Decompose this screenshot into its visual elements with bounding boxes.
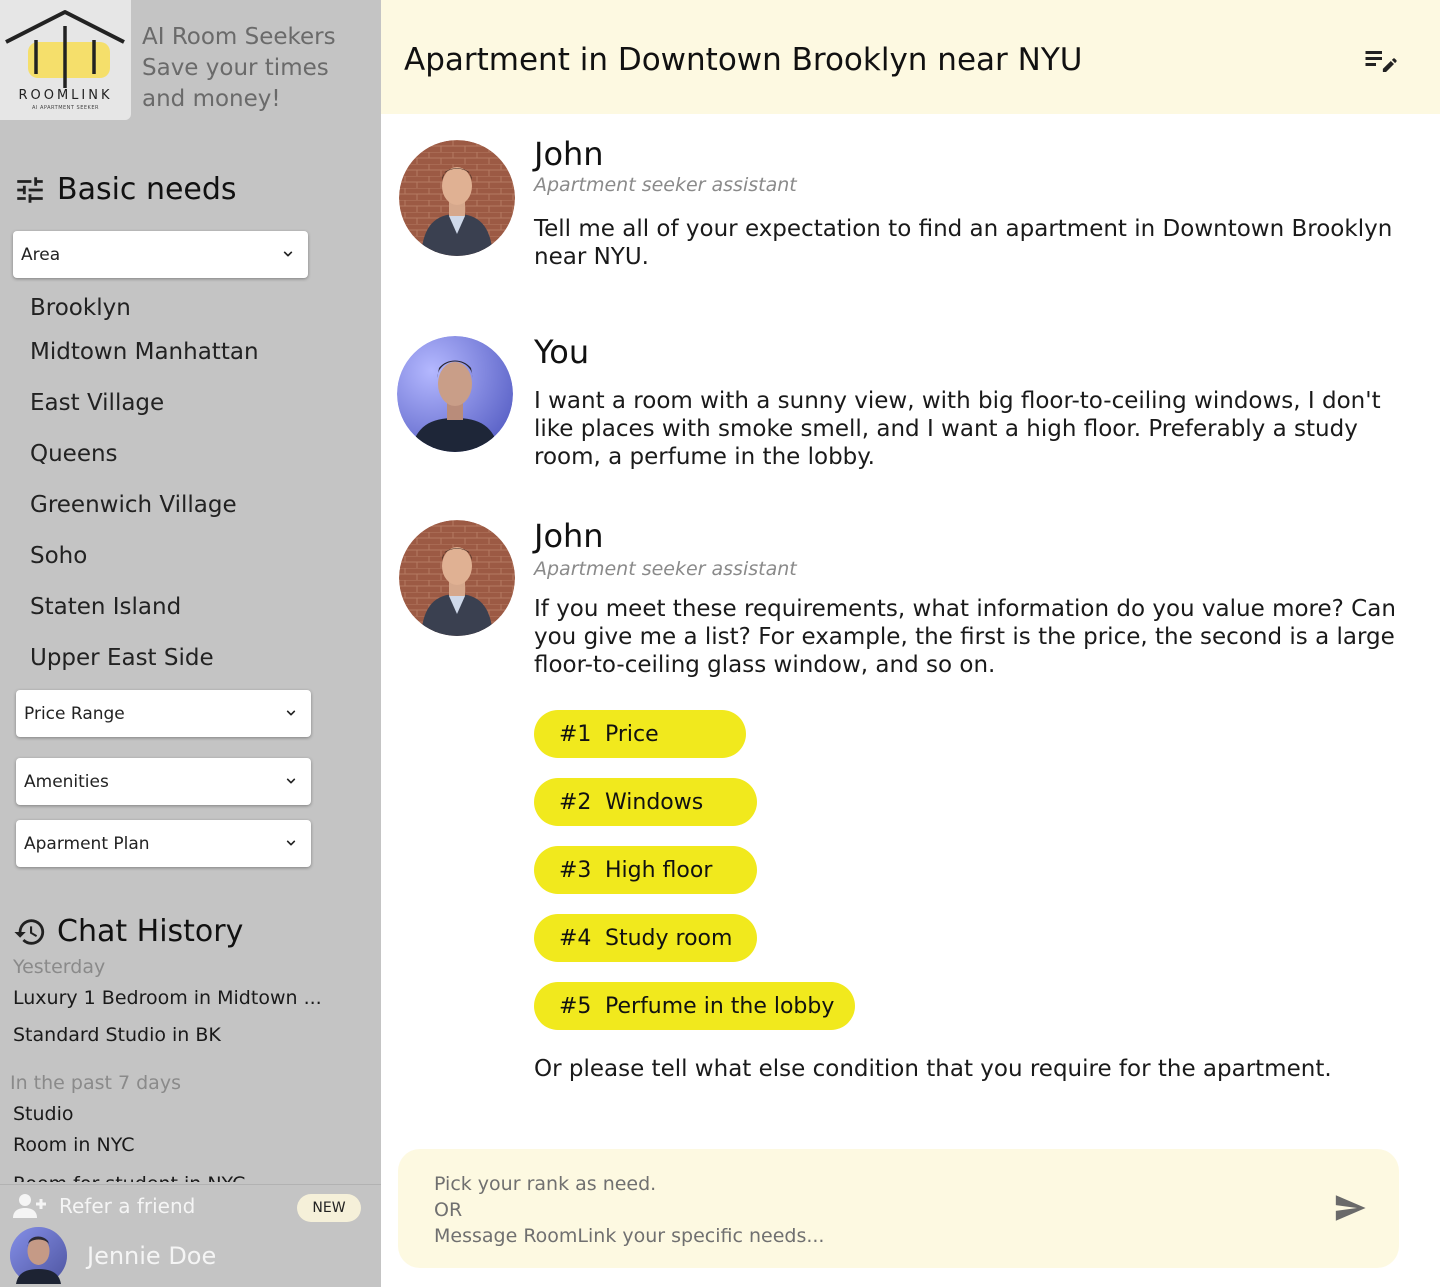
- message-text: If you meet these requirements, what inf…: [534, 596, 1396, 678]
- amenities-label: Amenities: [24, 771, 109, 792]
- rank-label: Price: [605, 721, 659, 747]
- price-range-select[interactable]: Price Range: [16, 690, 311, 737]
- rank-number: #3: [559, 857, 592, 883]
- assistant-avatar: [399, 520, 515, 636]
- rank-number: #4: [559, 925, 592, 951]
- area-select[interactable]: Area: [13, 231, 308, 278]
- tagline-line: AI Room Seekers: [142, 24, 336, 50]
- message-composer[interactable]: Pick your rank as need. OR Message RoomL…: [398, 1149, 1399, 1268]
- rank-label: High floor: [605, 857, 713, 883]
- history-icon: [14, 918, 45, 945]
- edit-chat-button[interactable]: [1361, 42, 1397, 82]
- message-sender: John: [534, 517, 604, 555]
- sidebar: ROOMLINK AI APARTMENT SEEKER AI Room See…: [0, 0, 381, 1287]
- area-option-brooklyn[interactable]: Brooklyn: [30, 295, 131, 321]
- refer-friend-label: Refer a friend: [59, 1194, 196, 1218]
- chevron-down-icon: [286, 840, 296, 846]
- price-range-label: Price Range: [24, 703, 125, 724]
- user-avatar: [397, 336, 513, 452]
- area-select-label: Area: [21, 244, 61, 265]
- chevron-down-icon: [286, 710, 296, 716]
- rank-label: Perfume in the lobby: [605, 993, 835, 1019]
- chat-history-heading: Chat History: [13, 914, 243, 949]
- rank-option-windows[interactable]: #2 Windows: [534, 778, 757, 826]
- send-icon: [1335, 1195, 1366, 1221]
- user-profile[interactable]: Jennie Doe: [10, 1227, 216, 1284]
- edit-list-icon: [1365, 51, 1397, 72]
- assistant-avatar: [399, 140, 515, 256]
- area-option-queens[interactable]: Queens: [30, 441, 118, 467]
- amenities-select[interactable]: Amenities: [16, 758, 311, 805]
- tagline-line: Save your times: [142, 55, 329, 81]
- history-group-label: In the past 7 days: [10, 1072, 181, 1094]
- rank-option-study-room[interactable]: #4 Study room: [534, 914, 757, 962]
- chat-header: Apartment in Downtown Brooklyn near NYU: [381, 0, 1440, 114]
- history-group-label: Yesterday: [13, 956, 106, 978]
- rank-number: #1: [559, 721, 592, 747]
- history-item[interactable]: Standard Studio in BK: [13, 1024, 221, 1046]
- area-option-staten-island[interactable]: Staten Island: [30, 594, 181, 620]
- add-person-icon: [13, 1194, 46, 1218]
- area-option-upper-east-side[interactable]: Upper East Side: [30, 645, 214, 671]
- chat-title: Apartment in Downtown Brooklyn near NYU: [404, 42, 1083, 78]
- message-text: I want a room with a sunny view, with bi…: [534, 388, 1381, 470]
- send-button[interactable]: [1331, 1191, 1369, 1229]
- logo-house-icon: [5, 10, 125, 88]
- rank-number: #5: [559, 993, 592, 1019]
- tune-icon: [17, 176, 43, 203]
- history-item[interactable]: Room in NYC: [13, 1134, 135, 1156]
- history-item[interactable]: Room for student in NYC: [13, 1168, 245, 1182]
- rank-label: Study room: [605, 925, 733, 951]
- message-text: Tell me all of your expectation to find …: [534, 216, 1393, 270]
- avatar: [10, 1227, 67, 1284]
- area-option-east-village[interactable]: East Village: [30, 390, 164, 416]
- rank-option-high-floor[interactable]: #3 High floor: [534, 846, 757, 894]
- area-option-soho[interactable]: Soho: [30, 543, 87, 569]
- logo-subtitle: AI APARTMENT SEEKER: [32, 105, 99, 111]
- history-item[interactable]: Luxury 1 Bedroom in Midtown ...: [13, 987, 322, 1009]
- logo-wordmark: ROOMLINK: [18, 88, 113, 103]
- tagline: AI Room Seekers Save your times and mone…: [142, 22, 336, 115]
- message-role: Apartment seeker assistant: [534, 558, 797, 580]
- tagline-line: and money!: [142, 86, 281, 112]
- message-sender: You: [534, 333, 590, 371]
- chevron-down-icon: [286, 778, 296, 784]
- apartment-plan-select[interactable]: Aparment Plan: [16, 820, 311, 867]
- message-followup: Or please tell what else condition that …: [534, 1056, 1332, 1082]
- logo[interactable]: ROOMLINK AI APARTMENT SEEKER: [0, 0, 131, 120]
- area-option-midtown-manhattan[interactable]: Midtown Manhattan: [30, 339, 259, 365]
- message-input[interactable]: Pick your rank as need. OR Message RoomL…: [434, 1171, 1314, 1249]
- rank-label: Windows: [605, 789, 704, 815]
- chat-history-title: Chat History: [57, 914, 244, 949]
- basic-needs-title: Basic needs: [57, 172, 237, 207]
- user-name: Jennie Doe: [87, 1241, 217, 1270]
- message-role: Apartment seeker assistant: [534, 174, 797, 196]
- basic-needs-heading: Basic needs: [13, 172, 237, 207]
- history-item[interactable]: Studio: [13, 1103, 74, 1125]
- sidebar-footer: Refer a friend NEW Jennie Doe: [0, 1184, 381, 1287]
- rank-option-perfume-in-lobby[interactable]: #5 Perfume in the lobby: [534, 982, 855, 1030]
- refer-friend-link[interactable]: Refer a friend: [13, 1193, 195, 1219]
- message-sender: John: [534, 135, 604, 173]
- chevron-down-icon: [283, 251, 293, 257]
- apartment-plan-label: Aparment Plan: [24, 833, 150, 854]
- rank-option-price[interactable]: #1 Price: [534, 710, 746, 758]
- area-option-greenwich-village[interactable]: Greenwich Village: [30, 492, 237, 518]
- rank-number: #2: [559, 789, 592, 815]
- new-badge: NEW: [297, 1194, 361, 1222]
